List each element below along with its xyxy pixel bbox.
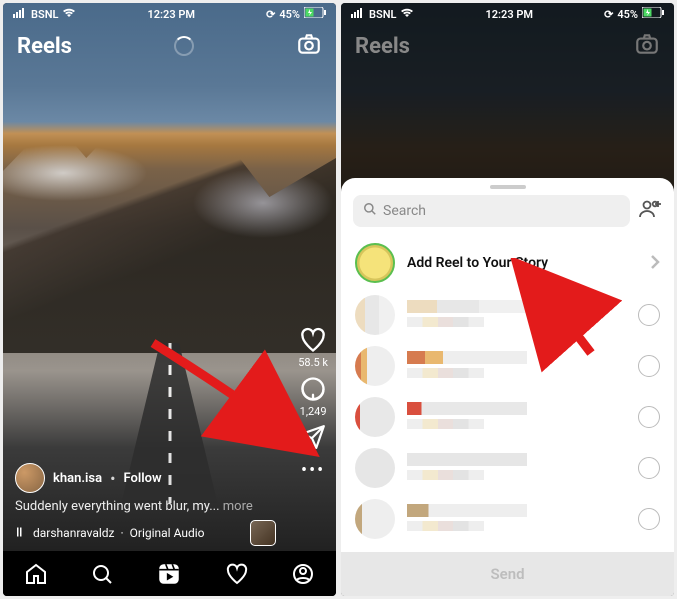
reels-header: Reels (3, 31, 336, 61)
camera-icon (634, 31, 660, 61)
phone-right: BSNL 12:23 PM ⟳ 45% Reels Sea (341, 3, 674, 596)
radio-select[interactable] (638, 355, 660, 377)
music-icon (15, 526, 27, 541)
radio-select[interactable] (638, 457, 660, 479)
radio-select[interactable] (638, 304, 660, 326)
audio-username: darshanravaldz (33, 526, 114, 540)
add-to-story-label: Add Reel to Your Story (407, 255, 638, 271)
comment-count: 1,249 (300, 405, 327, 418)
audio-row[interactable]: darshanravaldz · Original Audio (15, 526, 204, 541)
carrier-label: BSNL (369, 8, 396, 21)
sheet-grabber[interactable] (490, 185, 526, 189)
user-row[interactable]: khan.isa • Follow (15, 463, 276, 493)
wifi-icon (400, 8, 414, 21)
caption[interactable]: Suddenly everything went blur, my... mor… (15, 499, 276, 514)
radio-select[interactable] (638, 406, 660, 428)
search-input[interactable]: Search (353, 195, 630, 227)
search-placeholder: Search (383, 203, 426, 219)
tab-search[interactable] (90, 562, 114, 586)
like-button[interactable]: 58.5 k (298, 326, 328, 369)
follow-button[interactable]: Follow (124, 471, 162, 486)
list-item[interactable] (355, 448, 660, 488)
clock-label: 12:23 PM (485, 8, 533, 21)
battery-label: 45% (279, 8, 300, 21)
reels-header: Reels (341, 31, 674, 61)
send-button[interactable]: Send (341, 552, 674, 596)
reel-actions: 58.5 k 1,249 ••• (298, 326, 328, 481)
share-button[interactable] (300, 424, 326, 450)
page-title: Reels (355, 34, 410, 59)
battery-icon (642, 7, 664, 21)
tab-reels[interactable] (156, 561, 182, 587)
camera-icon[interactable] (296, 31, 322, 61)
like-count: 58.5 k (298, 356, 328, 369)
chevron-right-icon (650, 251, 660, 275)
more-button[interactable]: ••• (301, 456, 325, 481)
add-people-icon[interactable] (638, 197, 662, 225)
list-item[interactable] (355, 295, 660, 335)
contact-list (341, 295, 674, 552)
clock-label: 12:23 PM (147, 8, 195, 21)
battery-label: 45% (617, 8, 638, 21)
signal-icon (13, 8, 27, 21)
more-link[interactable]: more (223, 499, 253, 514)
search-icon (363, 202, 377, 220)
page-title: Reels (17, 34, 72, 59)
phone-left: BSNL 12:23 PM ⟳ 45% Reels 58.5 k 1,249 (3, 3, 336, 596)
list-item[interactable] (355, 397, 660, 437)
carrier-label: BSNL (31, 8, 58, 21)
battery-icon (304, 7, 326, 21)
status-bar: BSNL 12:23 PM ⟳ 45% (341, 3, 674, 25)
signal-icon (351, 8, 365, 21)
comment-button[interactable]: 1,249 (299, 375, 327, 418)
add-to-story-row[interactable]: Add Reel to Your Story (341, 237, 674, 295)
wifi-icon (62, 8, 76, 21)
status-bar: BSNL 12:23 PM ⟳ 45% (3, 3, 336, 25)
tab-profile[interactable] (291, 562, 315, 586)
story-avatar (355, 243, 395, 283)
username-label[interactable]: khan.isa (53, 471, 102, 486)
list-item[interactable] (355, 499, 660, 539)
avatar[interactable] (15, 463, 45, 493)
audio-thumbnail[interactable] (250, 520, 276, 546)
share-sheet: Search Add Reel to Your Story Send (341, 178, 674, 596)
list-item[interactable] (355, 346, 660, 386)
tab-home[interactable] (24, 562, 48, 586)
radio-select[interactable] (638, 508, 660, 530)
tab-activity[interactable] (225, 562, 249, 586)
audio-label: Original Audio (130, 526, 205, 540)
tab-bar (3, 550, 336, 596)
loading-spinner-icon (174, 36, 194, 56)
